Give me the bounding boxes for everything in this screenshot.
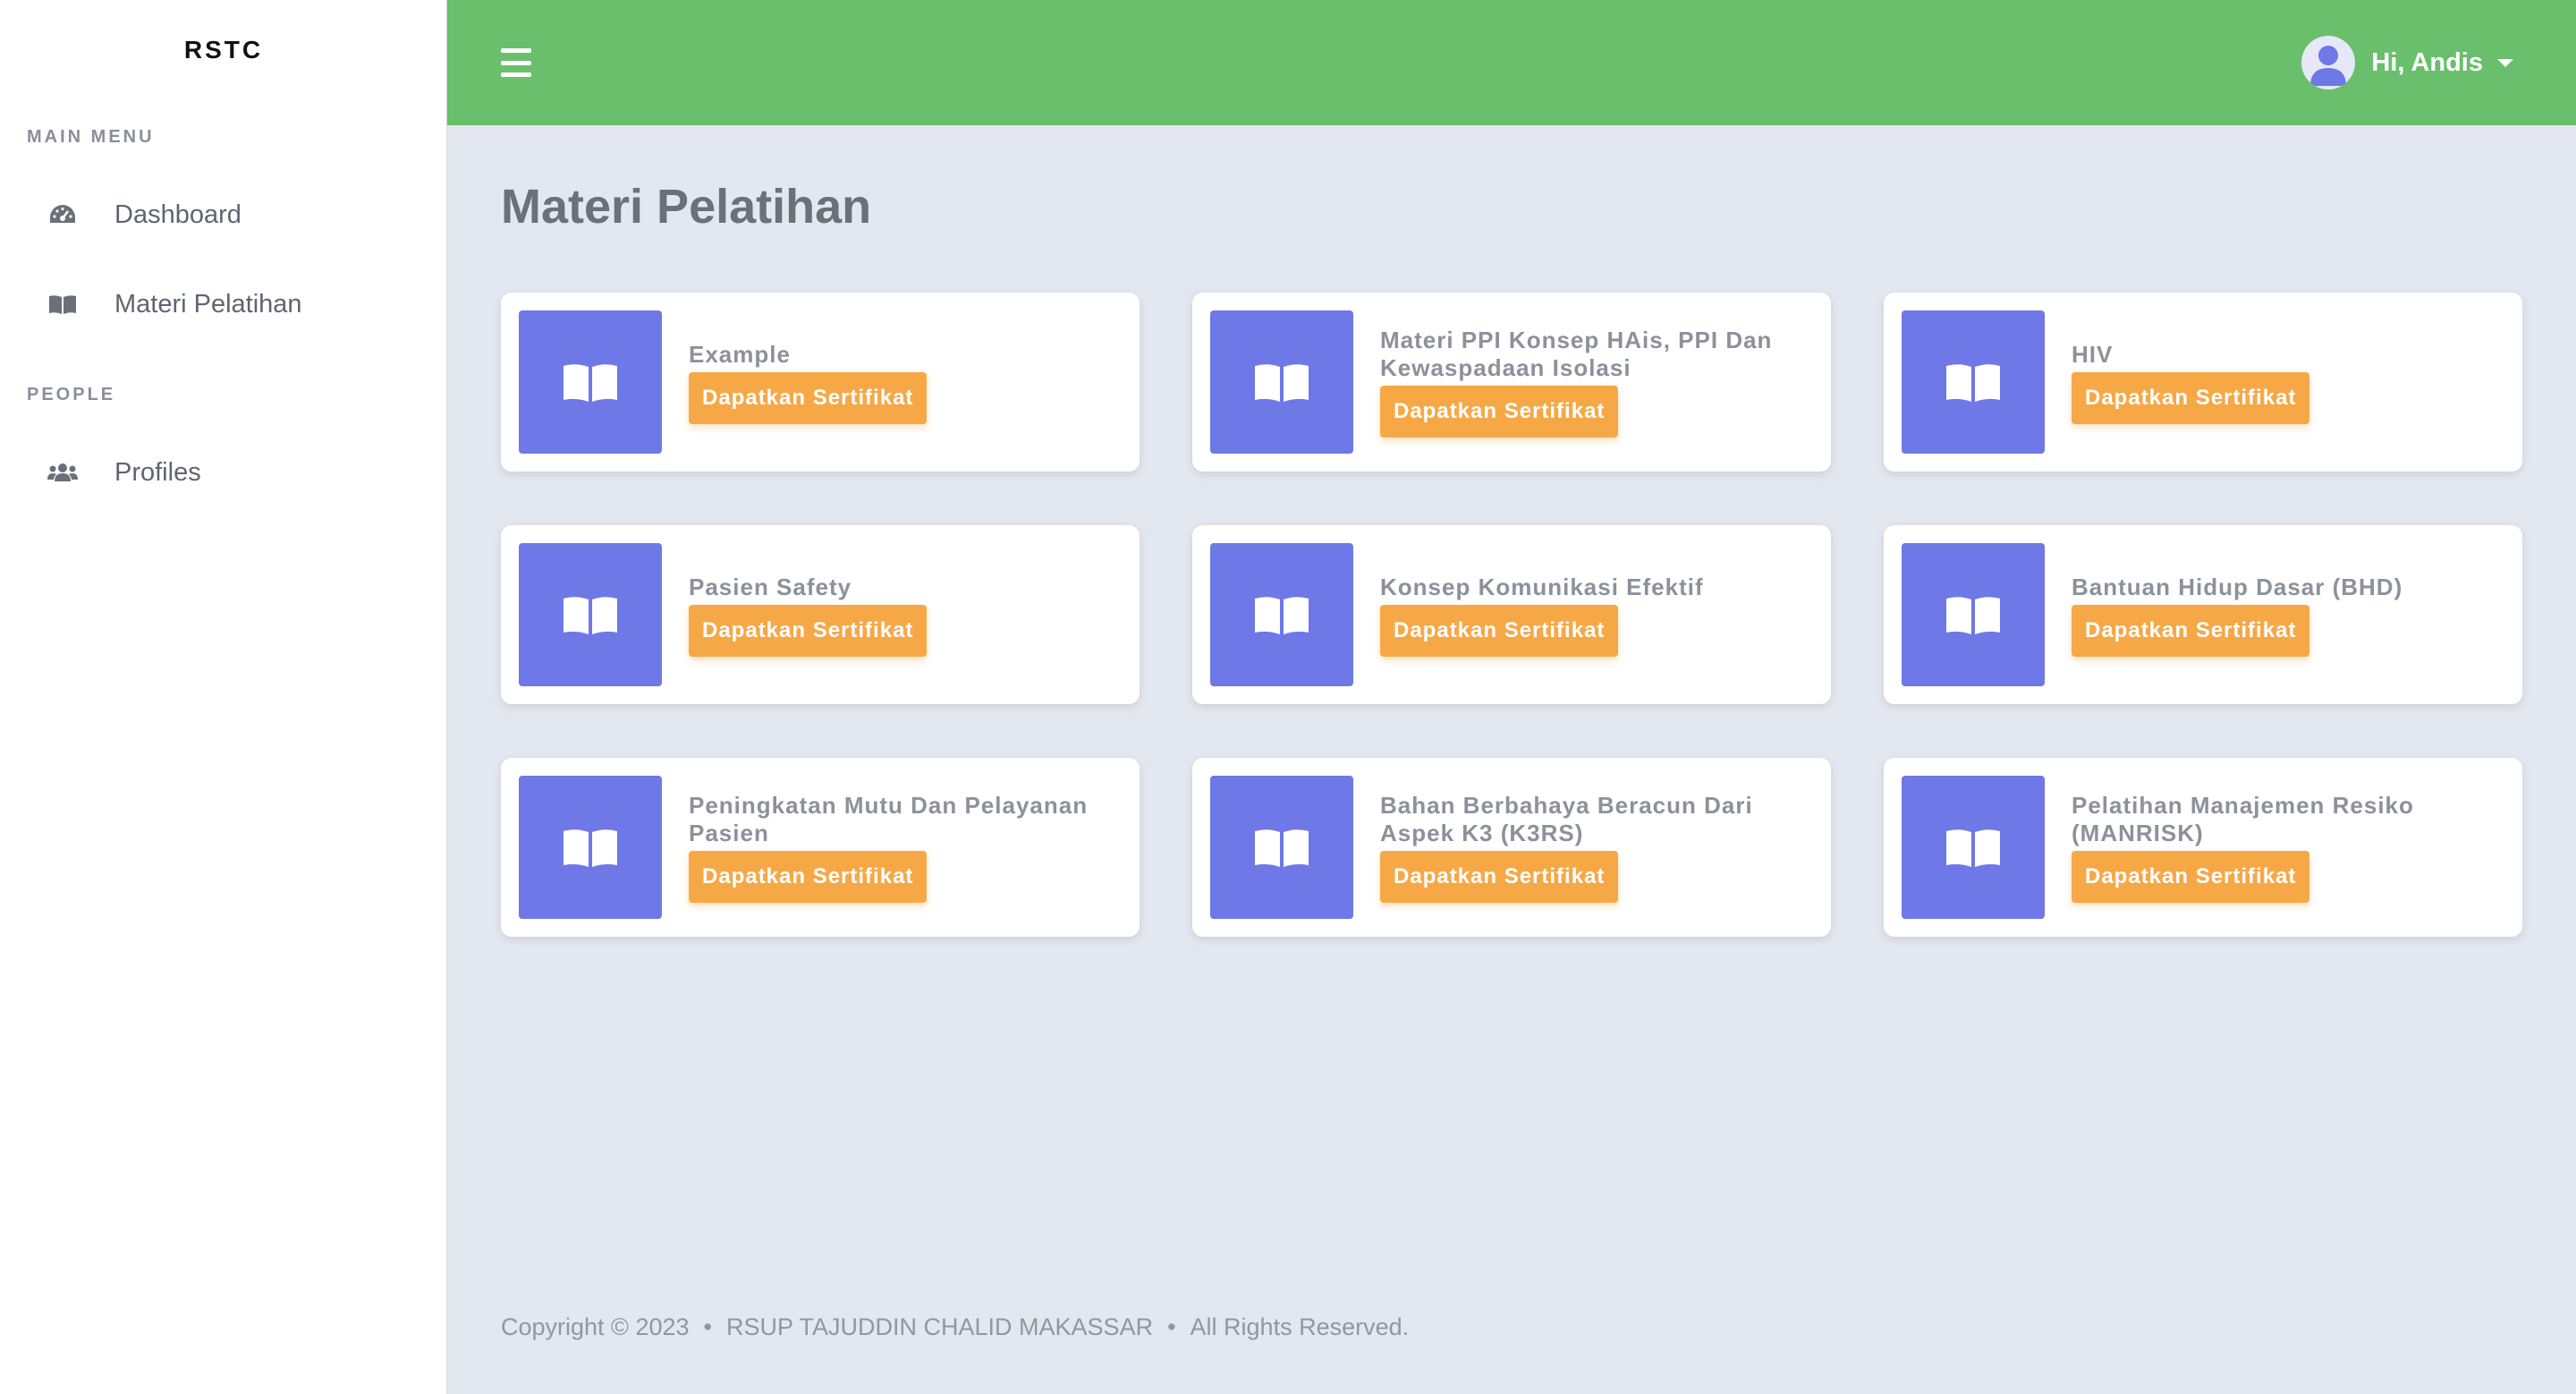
course-card[interactable]: Konsep Komunikasi Efektif Dapatkan Serti…: [1192, 525, 1831, 704]
course-title: Pasien Safety: [689, 573, 852, 600]
sidebar-item-dashboard[interactable]: Dashboard: [0, 179, 447, 251]
get-certificate-button[interactable]: Dapatkan Sertifikat: [689, 604, 928, 657]
book-open-icon: [1210, 310, 1353, 454]
course-title: Pelatihan Manajemen Resiko (MANRISK): [2072, 792, 2414, 846]
get-certificate-button[interactable]: Dapatkan Sertifikat: [1380, 851, 1619, 903]
brand-logo[interactable]: RSTC: [0, 36, 447, 64]
get-certificate-button[interactable]: Dapatkan Sertifikat: [689, 371, 928, 424]
get-certificate-button[interactable]: Dapatkan Sertifikat: [1380, 386, 1619, 438]
course-title: HIV: [2072, 340, 2114, 368]
footer: Copyright © 2023 • RSUP TAJUDDIN CHALID MA…: [501, 1313, 1409, 1341]
page-title: Materi Pelatihan: [501, 180, 872, 234]
book-open-icon: [1902, 776, 2045, 919]
get-certificate-button[interactable]: Dapatkan Sertifikat: [689, 851, 928, 903]
book-open-icon: [1210, 776, 1353, 919]
course-card[interactable]: Pelatihan Manajemen Resiko (MANRISK) Dap…: [1884, 758, 2522, 937]
course-card[interactable]: Materi PPI Konsep HAis, PPI Dan Kewaspad…: [1192, 293, 1831, 472]
course-title: Bahan Berbahaya Beracun Dari Aspek K3 (K…: [1380, 792, 1753, 846]
book-open-icon: [519, 776, 662, 919]
section-label-people: PEOPLE: [27, 385, 116, 404]
course-title: Materi PPI Konsep HAis, PPI Dan Kewaspad…: [1380, 327, 1773, 381]
course-title: Konsep Komunikasi Efektif: [1380, 573, 1704, 600]
user-menu[interactable]: Hi, Andis: [2301, 36, 2513, 89]
dashboard-icon: [47, 199, 79, 231]
footer-rights: All Rights Reserved.: [1190, 1313, 1410, 1340]
get-certificate-button[interactable]: Dapatkan Sertifikat: [2072, 371, 2310, 424]
hamburger-icon[interactable]: [501, 48, 531, 77]
footer-copyright: Copyright © 2023: [501, 1313, 690, 1340]
course-card[interactable]: Pasien Safety Dapatkan Sertifikat: [501, 525, 1140, 704]
get-certificate-button[interactable]: Dapatkan Sertifikat: [2072, 604, 2310, 657]
course-title: Peningkatan Mutu Dan Pelayanan Pasien: [689, 792, 1089, 846]
sidebar-item-label: Profiles: [114, 457, 201, 487]
course-card[interactable]: Peningkatan Mutu Dan Pelayanan Pasien Da…: [501, 758, 1140, 937]
course-card[interactable]: Bahan Berbahaya Beracun Dari Aspek K3 (K…: [1192, 758, 1831, 937]
course-card[interactable]: Example Dapatkan Sertifikat: [501, 293, 1140, 472]
get-certificate-button[interactable]: Dapatkan Sertifikat: [2072, 851, 2310, 903]
footer-separator: •: [703, 1313, 712, 1340]
user-greeting: Hi, Andis: [2371, 47, 2483, 77]
sidebar: RSTC MAIN MENU Dashboard Materi Pelatiha…: [0, 0, 447, 1394]
book-open-icon: [1902, 543, 2045, 686]
book-open-icon: [1210, 543, 1353, 686]
footer-separator: •: [1167, 1313, 1176, 1340]
sidebar-item-label: Dashboard: [114, 200, 242, 229]
get-certificate-button[interactable]: Dapatkan Sertifikat: [1380, 604, 1619, 657]
course-title: Bantuan Hidup Dasar (BHD): [2072, 573, 2403, 600]
section-label-main-menu: MAIN MENU: [27, 127, 155, 147]
book-icon: [47, 288, 79, 320]
book-open-icon: [1902, 310, 2045, 454]
users-icon: [47, 456, 79, 489]
user-avatar-icon: [2301, 36, 2356, 89]
course-title: Example: [689, 340, 791, 368]
chevron-down-icon: [2497, 58, 2513, 67]
sidebar-item-materi-pelatihan[interactable]: Materi Pelatihan: [0, 268, 447, 340]
course-card[interactable]: HIV Dapatkan Sertifikat: [1884, 293, 2522, 472]
sidebar-item-label: Materi Pelatihan: [114, 289, 302, 319]
course-card[interactable]: Bantuan Hidup Dasar (BHD) Dapatkan Serti…: [1884, 525, 2522, 704]
book-open-icon: [519, 310, 662, 454]
sidebar-item-profiles[interactable]: Profiles: [0, 437, 447, 508]
book-open-icon: [519, 543, 662, 686]
topbar: Hi, Andis: [447, 0, 2576, 125]
footer-org: RSUP TAJUDDIN CHALID MAKASSAR: [725, 1313, 1154, 1340]
